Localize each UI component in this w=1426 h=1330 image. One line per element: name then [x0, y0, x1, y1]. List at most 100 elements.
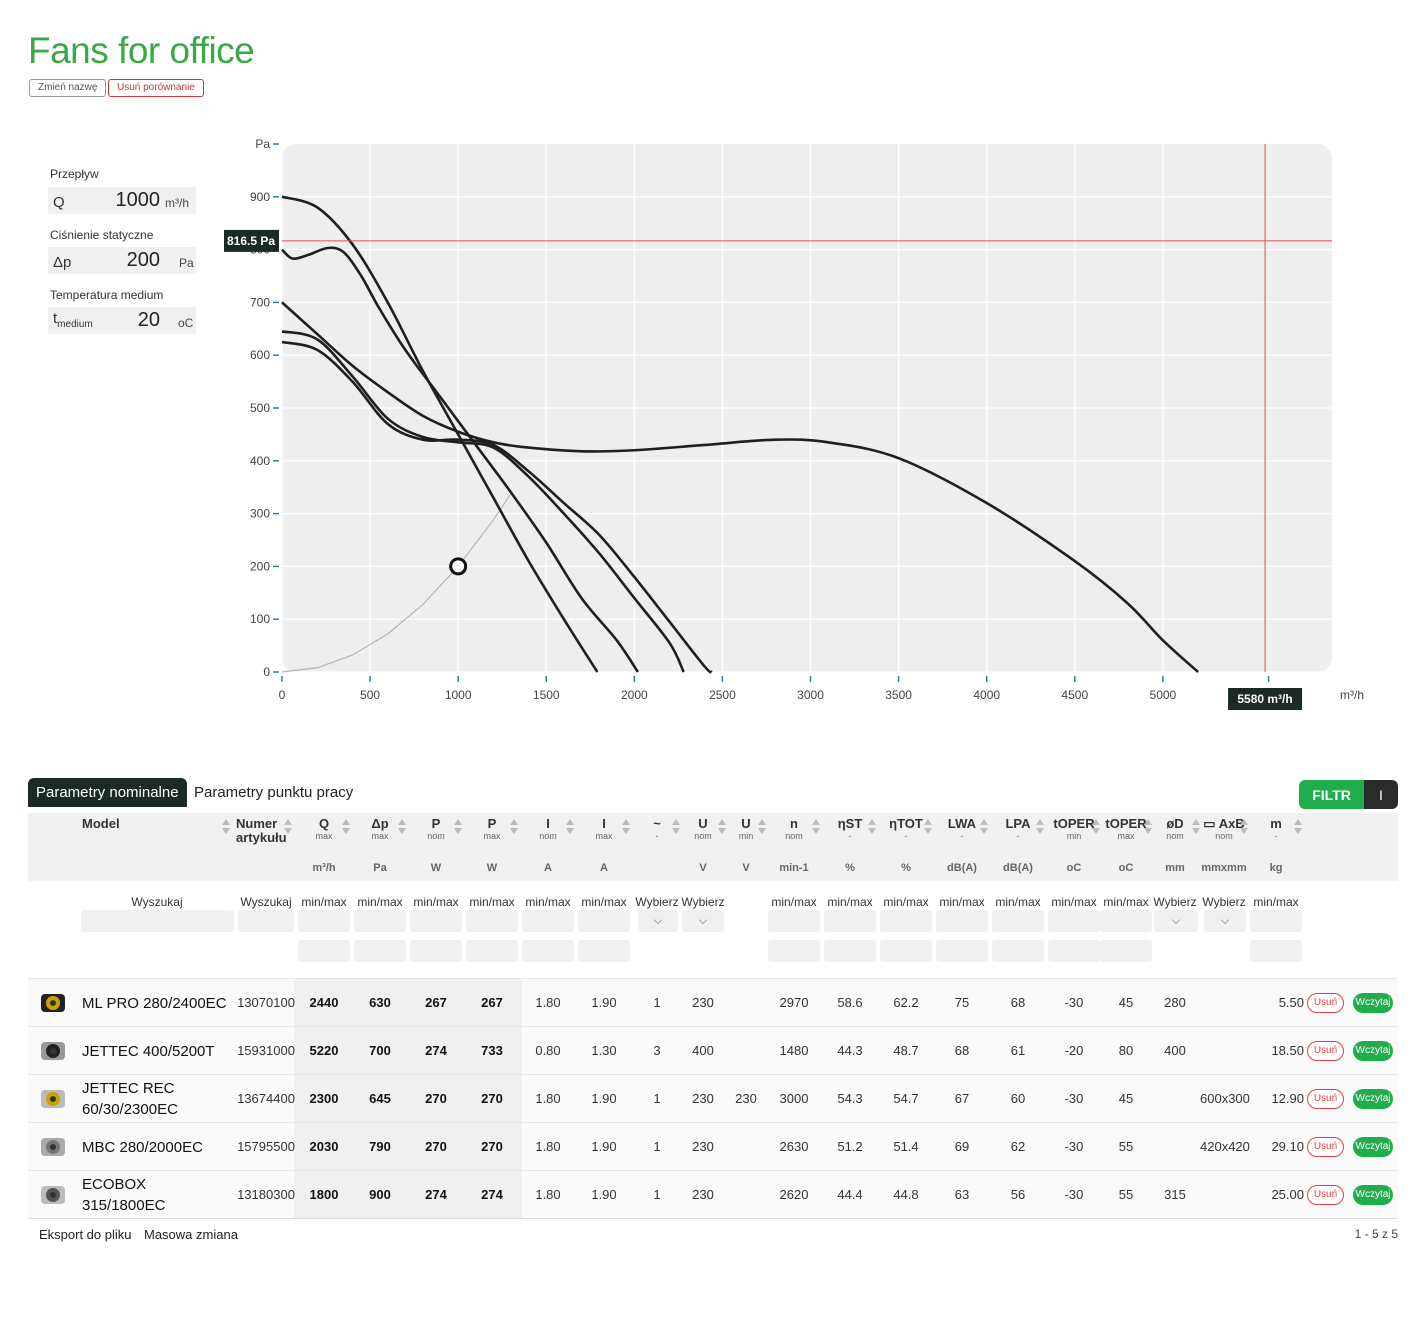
model-name[interactable]: JETTEC REC 60/30/2300EC: [82, 1075, 232, 1123]
remove-row-button[interactable]: Usuń: [1307, 1137, 1344, 1157]
filter-min-nst[interactable]: [824, 910, 876, 932]
temperature-field[interactable]: tmedium 20 oC: [48, 307, 196, 334]
load-row-button[interactable]: Wczytaj: [1353, 1089, 1393, 1109]
load-row-button[interactable]: Wczytaj: [1353, 993, 1393, 1013]
model-search-input[interactable]: [81, 910, 234, 932]
filter-max-ntot[interactable]: [880, 940, 932, 962]
filter-toggle-button[interactable]: I: [1364, 780, 1398, 809]
tab-nominal-parameters[interactable]: Parametry nominalne: [28, 778, 187, 807]
export-link[interactable]: Eksport do pliku: [39, 1227, 132, 1242]
sort-icon[interactable]: [1294, 819, 1302, 835]
sort-icon[interactable]: [510, 819, 518, 835]
filter-select-d[interactable]: [1154, 910, 1198, 932]
sort-icon[interactable]: [924, 819, 932, 835]
temperature-value[interactable]: 20: [138, 309, 160, 332]
cell-ntot: 62.2: [893, 995, 919, 1010]
filter-max-m[interactable]: [1250, 940, 1302, 962]
sort-icon[interactable]: [454, 819, 462, 835]
sort-icon[interactable]: [980, 819, 988, 835]
remove-row-button[interactable]: Usuń: [1307, 993, 1344, 1013]
filter-max-nst[interactable]: [824, 940, 876, 962]
sort-icon[interactable]: [1192, 819, 1200, 835]
column-unit: V: [699, 862, 707, 874]
filter-max-q[interactable]: [298, 940, 350, 962]
pressure-field[interactable]: Δp 200 Pa: [48, 247, 196, 274]
filter-min-q[interactable]: [298, 910, 350, 932]
filter-min-inom[interactable]: [522, 910, 574, 932]
load-row-button[interactable]: Wczytaj: [1353, 1041, 1393, 1061]
sort-icon[interactable]: [566, 819, 574, 835]
filter-max-dp[interactable]: [354, 940, 406, 962]
filter-min-lpa[interactable]: [992, 910, 1044, 932]
tab-workpoint-parameters[interactable]: Parametry punktu pracy: [186, 778, 361, 807]
filter-max-pnom[interactable]: [410, 940, 462, 962]
filter-min-tmax[interactable]: [1100, 910, 1152, 932]
column-header-model[interactable]: Model: [82, 817, 232, 831]
table-row[interactable]: JETTEC 400/5200T 15931000 5220 700 274 733 0.8…: [28, 1026, 1398, 1075]
sort-icon[interactable]: [622, 819, 630, 835]
filter-max-lwa[interactable]: [936, 940, 988, 962]
filter-max-imax[interactable]: [578, 940, 630, 962]
filter-max-n[interactable]: [768, 940, 820, 962]
model-name[interactable]: JETTEC 400/5200T: [82, 1027, 232, 1075]
sort-icon[interactable]: [1240, 819, 1248, 835]
sort-icon[interactable]: [758, 819, 766, 835]
table-row[interactable]: ECOBOX 315/1800EC 13180300 1800 900 274 274 1.…: [28, 1170, 1398, 1219]
filter-min-dp[interactable]: [354, 910, 406, 932]
filter-min-n[interactable]: [768, 910, 820, 932]
remove-row-button[interactable]: Usuń: [1307, 1185, 1344, 1205]
sort-icon[interactable]: [718, 819, 726, 835]
work-point-marker[interactable]: [449, 557, 468, 576]
article-search-label: Wyszukaj: [240, 895, 292, 909]
filter-min-imax[interactable]: [578, 910, 630, 932]
cell-lwa: 68: [954, 1043, 970, 1058]
fan-curve-chart[interactable]: 0 500 1000 1500 2000 2500 3000 3500 4000 4500 5000…: [220, 130, 1370, 720]
sort-icon[interactable]: [868, 819, 876, 835]
bulk-change-link[interactable]: Masowa zmiana: [144, 1227, 238, 1242]
filter-min-pmax[interactable]: [466, 910, 518, 932]
filter-max-tmax[interactable]: [1100, 940, 1152, 962]
model-name[interactable]: MBC 280/2000EC: [82, 1123, 232, 1171]
filter-max-lpa[interactable]: [992, 940, 1044, 962]
sort-icon[interactable]: [342, 819, 350, 835]
cell-d: [1150, 1075, 1200, 1123]
cell-axb: [1200, 979, 1248, 1027]
filter-max-pmax[interactable]: [466, 940, 518, 962]
filter-button[interactable]: FILTR: [1299, 780, 1364, 809]
load-row-button[interactable]: Wczytaj: [1353, 1185, 1393, 1205]
table-row[interactable]: MBC 280/2000EC 15795500 2030 790 270 270 1.80 1…: [28, 1122, 1398, 1171]
table-row[interactable]: ML PRO 280/2400EC 13070100 2440 630 267 267 1.…: [28, 978, 1398, 1027]
filter-select-unom[interactable]: [682, 910, 724, 932]
rename-button[interactable]: Zmień nazwę: [29, 79, 107, 97]
filter-max-tmin[interactable]: [1048, 940, 1100, 962]
filter-min-tmin[interactable]: [1048, 910, 1100, 932]
filter-select-phase[interactable]: [638, 910, 678, 932]
flow-field[interactable]: Q 1000 m³/h: [48, 187, 196, 214]
sort-icon[interactable]: [1036, 819, 1044, 835]
sort-icon[interactable]: [672, 819, 680, 835]
filter-min-pnom[interactable]: [410, 910, 462, 932]
table-row[interactable]: JETTEC REC 60/30/2300EC 13674400 2300 645 27…: [28, 1074, 1398, 1123]
remove-comparison-button[interactable]: Usuń porównanie: [108, 79, 204, 97]
sort-icon[interactable]: [284, 819, 292, 835]
pressure-value[interactable]: 200: [127, 249, 160, 272]
filter-min-lwa[interactable]: [936, 910, 988, 932]
sort-icon[interactable]: [222, 819, 230, 835]
filter-label-axb: Wybierz: [1202, 895, 1246, 909]
cell-lwa: 63: [954, 1187, 970, 1202]
model-name[interactable]: ML PRO 280/2400EC: [82, 979, 232, 1027]
filter-max-inom[interactable]: [522, 940, 574, 962]
cell-d: [1150, 1123, 1200, 1171]
filter-min-ntot[interactable]: [880, 910, 932, 932]
filter-min-m[interactable]: [1250, 910, 1302, 932]
sort-icon[interactable]: [1092, 819, 1100, 835]
load-row-button[interactable]: Wczytaj: [1353, 1137, 1393, 1157]
article-search-input[interactable]: [238, 910, 294, 932]
model-name[interactable]: ECOBOX 315/1800EC: [82, 1171, 232, 1219]
remove-row-button[interactable]: Usuń: [1307, 1089, 1344, 1109]
filter-select-axb[interactable]: [1204, 910, 1246, 932]
flow-value[interactable]: 1000: [116, 189, 161, 212]
sort-icon[interactable]: [398, 819, 406, 835]
remove-row-button[interactable]: Usuń: [1307, 1041, 1344, 1061]
sort-icon[interactable]: [812, 819, 820, 835]
